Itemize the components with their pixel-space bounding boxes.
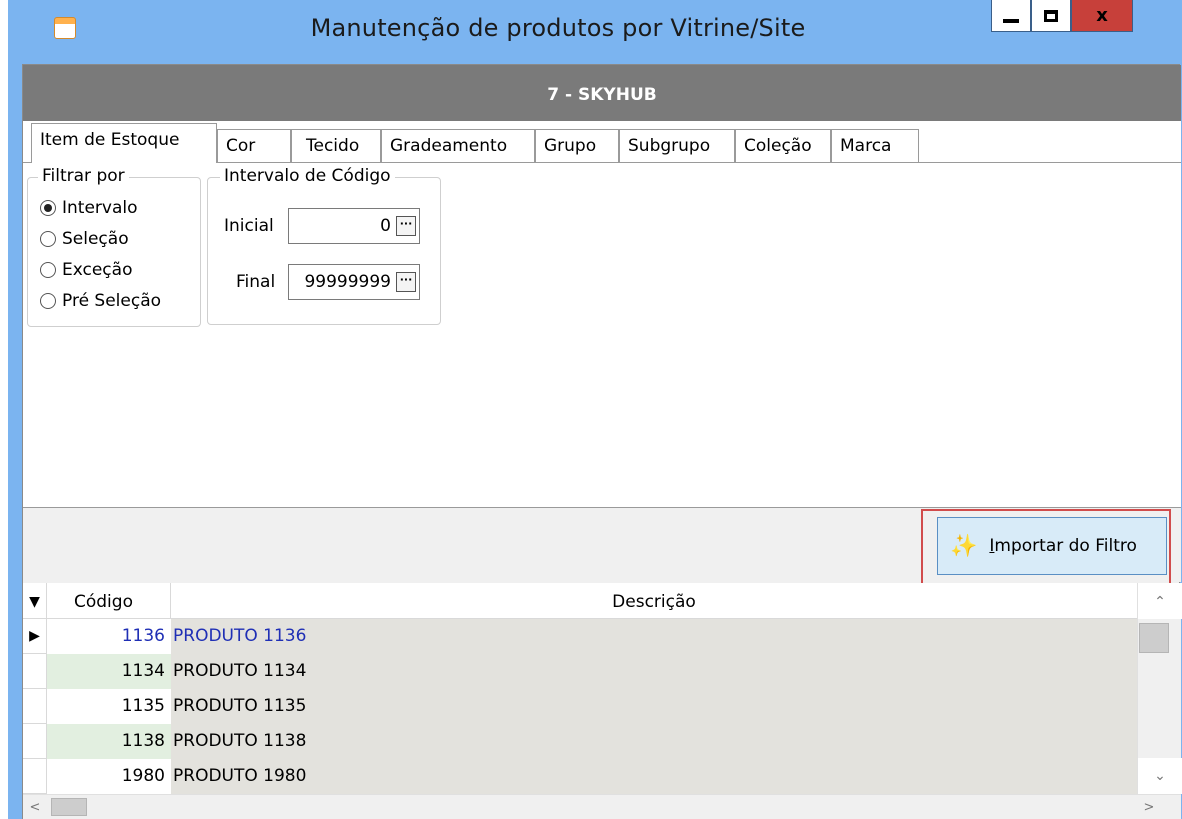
grid-menu-icon[interactable]: ▼: [23, 583, 47, 619]
radio-checked-icon: [40, 200, 56, 216]
current-row-icon: ▶: [23, 619, 47, 654]
import-from-filter-button[interactable]: ✨ Importar do Filtro: [937, 517, 1167, 575]
radio-icon: [40, 293, 56, 309]
vertical-scroll-thumb[interactable]: [1139, 623, 1169, 653]
tab-panel: Filtrar por Intervalo Seleção Exceção Pr…: [23, 162, 1181, 508]
radio-label: Pré Seleção: [62, 291, 162, 311]
initial-code-value: 0: [380, 216, 391, 236]
radio-icon: [40, 231, 56, 247]
vertical-scrollbar[interactable]: ⌃ ⌄: [1137, 583, 1182, 794]
cell-description: PRODUTO 1134: [171, 654, 1137, 689]
filter-legend: Filtrar por: [38, 166, 129, 186]
initial-label: Inicial: [224, 216, 274, 236]
magic-wand-icon: ✨: [950, 533, 978, 559]
horizontal-scroll-thumb[interactable]: [51, 798, 87, 816]
cell-code: 1980: [121, 766, 165, 786]
row-indicator: [23, 724, 47, 759]
cell-description: PRODUTO 1980: [171, 759, 1137, 794]
maximize-icon: [1044, 9, 1058, 22]
table-row[interactable]: 1135 PRODUTO 1135: [23, 689, 1137, 724]
code-range-group: Intervalo de Código Inicial 0 ··· Final …: [207, 166, 441, 325]
import-button-label: Importar do Filtro: [989, 536, 1137, 556]
radio-label: Exceção: [62, 260, 133, 280]
cell-code: 1134: [47, 654, 171, 689]
table-row[interactable]: 1138 PRODUTO 1138: [23, 724, 1137, 759]
tab-strip: Item de Estoque Cor Tecido Gradeamento G…: [23, 121, 1181, 163]
tab-grupo[interactable]: Grupo: [535, 129, 619, 163]
cell-description: PRODUTO 1135: [171, 689, 1137, 724]
radio-selecao[interactable]: Seleção: [40, 227, 129, 251]
scroll-up-icon[interactable]: ⌃: [1138, 583, 1182, 619]
tab-gradeamento[interactable]: Gradeamento: [381, 129, 535, 163]
cell-description: PRODUTO 1138: [171, 724, 1137, 759]
table-row[interactable]: 1980 PRODUTO 1980: [23, 759, 1137, 794]
window-title: Manutenção de produtos por Vitrine/Site: [310, 14, 806, 42]
tab-cor[interactable]: Cor: [217, 129, 291, 163]
initial-lookup-button[interactable]: ···: [396, 216, 416, 236]
store-header: 7 - SKYHUB: [23, 65, 1181, 121]
radio-pre-selecao[interactable]: Pré Seleção: [40, 289, 161, 313]
cell-code: 1138: [47, 724, 171, 759]
final-lookup-button[interactable]: ···: [396, 272, 416, 292]
cell-code: 1136: [121, 626, 165, 646]
tab-marca[interactable]: Marca: [831, 129, 919, 163]
client-area: 7 - SKYHUB Item de Estoque Cor Tecido Gr…: [22, 64, 1182, 819]
radio-label: Intervalo: [62, 198, 138, 218]
cell-code: 1135: [121, 696, 165, 716]
tab-colecao[interactable]: Coleção: [735, 129, 831, 163]
initial-code-field[interactable]: 0 ···: [288, 208, 420, 244]
filter-group: Filtrar por Intervalo Seleção Exceção Pr…: [27, 166, 201, 327]
radio-intervalo[interactable]: Intervalo: [40, 196, 138, 220]
row-indicator: [23, 759, 47, 794]
final-code-field[interactable]: 99999999 ···: [288, 264, 420, 300]
grid-header: ▼ Código Descrição: [23, 583, 1181, 619]
products-grid: ▼ Código Descrição ▶ 1136 PRODUTO 1136 1…: [23, 583, 1182, 819]
final-label: Final: [236, 272, 276, 292]
maximize-button[interactable]: [1031, 0, 1071, 32]
close-button[interactable]: x: [1071, 0, 1133, 32]
table-row[interactable]: 1134 PRODUTO 1134: [23, 654, 1137, 689]
tab-tecido[interactable]: Tecido: [291, 129, 381, 163]
table-row[interactable]: ▶ 1136 PRODUTO 1136: [23, 619, 1137, 654]
scroll-right-icon[interactable]: >: [1137, 795, 1161, 819]
minimize-icon: [1003, 18, 1019, 23]
tab-item-de-estoque[interactable]: Item de Estoque: [31, 123, 217, 163]
tab-subgrupo[interactable]: Subgrupo: [619, 129, 735, 163]
column-header-descricao[interactable]: Descrição: [171, 583, 1137, 619]
scroll-left-icon[interactable]: <: [23, 795, 47, 819]
final-code-value: 99999999: [304, 272, 391, 292]
cell-description: PRODUTO 1136: [171, 619, 1137, 654]
app-icon: [54, 17, 76, 39]
column-header-codigo[interactable]: Código: [47, 583, 171, 619]
radio-icon: [40, 262, 56, 278]
code-range-legend: Intervalo de Código: [220, 166, 395, 186]
window: Manutenção de produtos por Vitrine/Site …: [8, 0, 1182, 819]
horizontal-scrollbar[interactable]: < >: [23, 794, 1181, 819]
scroll-down-icon[interactable]: ⌄: [1138, 758, 1182, 794]
close-icon: x: [1096, 5, 1108, 26]
minimize-button[interactable]: [991, 0, 1031, 32]
radio-excecao[interactable]: Exceção: [40, 258, 132, 282]
row-indicator: [23, 654, 47, 689]
row-indicator: [23, 689, 47, 724]
title-bar: Manutenção de produtos por Vitrine/Site …: [8, 0, 1182, 64]
radio-label: Seleção: [62, 229, 129, 249]
